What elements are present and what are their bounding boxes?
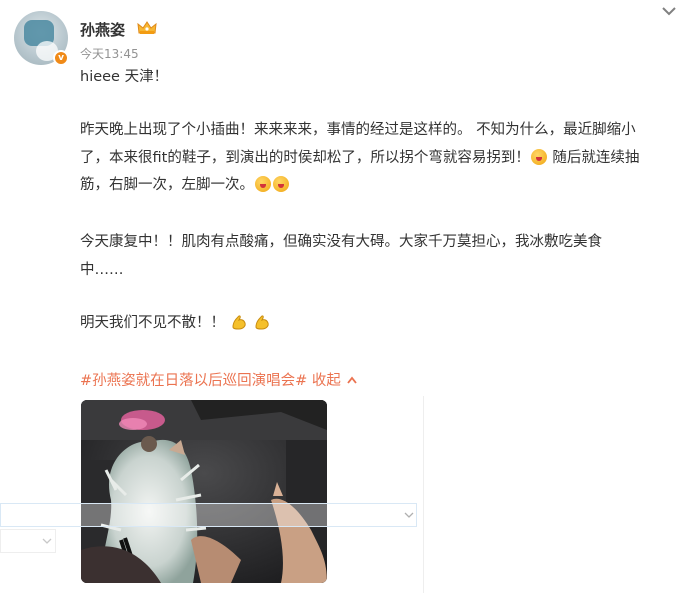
- post-paragraph-3: 明天我们不见不散！！: [80, 310, 670, 338]
- chevron-up-icon: [346, 376, 357, 384]
- overlay-panel-border: [423, 396, 424, 593]
- crown-badge-icon[interactable]: [137, 20, 157, 36]
- dizzy-face-emoji: [273, 176, 289, 192]
- chevron-down-icon: [42, 538, 52, 544]
- chevron-down-icon[interactable]: [660, 4, 678, 18]
- post-paragraph-1: 昨天晚上出现了个小插曲！来来来来，事情的经过是这样的。 不知为什么，最近脚缩小 …: [80, 122, 640, 193]
- dizzy-face-emoji: [255, 176, 271, 192]
- topic-link[interactable]: #孙燕姿就在日落以后巡回演唱会#: [80, 373, 307, 389]
- concert-photo: [81, 400, 327, 583]
- post-timestamp[interactable]: 今天13:45: [80, 45, 139, 62]
- verified-icon: v: [53, 50, 69, 66]
- dizzy-face-emoji: [530, 148, 547, 165]
- post-image[interactable]: [81, 400, 327, 583]
- author-name[interactable]: 孙燕姿: [80, 19, 125, 40]
- topic-row: #孙燕姿就在日落以后巡回演唱会# 收起: [80, 369, 358, 390]
- overlay-select[interactable]: [0, 503, 417, 527]
- collapse-link[interactable]: 收起: [312, 373, 358, 389]
- post-paragraph-2: 今天康复中！！肌肉有点酸痛，但确实没有大碍。大家千万莫担心，我冰敷吃美食 中……: [80, 234, 602, 278]
- flexed-biceps-emoji: [232, 315, 246, 330]
- flexed-biceps-emoji: [255, 315, 269, 330]
- chevron-down-icon: [404, 512, 414, 518]
- post-text-greeting: hieee 天津！: [80, 69, 169, 85]
